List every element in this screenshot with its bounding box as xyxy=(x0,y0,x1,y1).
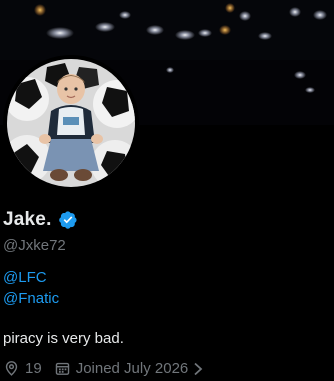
profile-meta-row: 19 Joined July 2026 xyxy=(3,360,216,377)
calendar-icon xyxy=(54,360,71,377)
joined-text: Joined July 2026 xyxy=(75,360,189,377)
location-item: 19 xyxy=(3,360,42,377)
location-text: 19 xyxy=(25,360,42,377)
display-name: Jake. xyxy=(3,209,52,230)
verified-badge-icon[interactable] xyxy=(58,210,78,230)
bio-mention-link[interactable]: @LFC xyxy=(3,269,47,286)
profile-handle: @Jxke72 xyxy=(3,237,66,254)
bio-mention-link[interactable]: @Fnatic xyxy=(3,290,59,307)
name-row: Jake. xyxy=(3,209,78,231)
profile-bio: piracy is very bad. xyxy=(3,330,124,347)
chevron-right-icon xyxy=(192,362,204,376)
location-pin-icon xyxy=(3,360,20,377)
profile-avatar[interactable] xyxy=(3,55,139,191)
avatar-photo xyxy=(7,59,135,187)
joined-item[interactable]: Joined July 2026 xyxy=(54,360,205,377)
